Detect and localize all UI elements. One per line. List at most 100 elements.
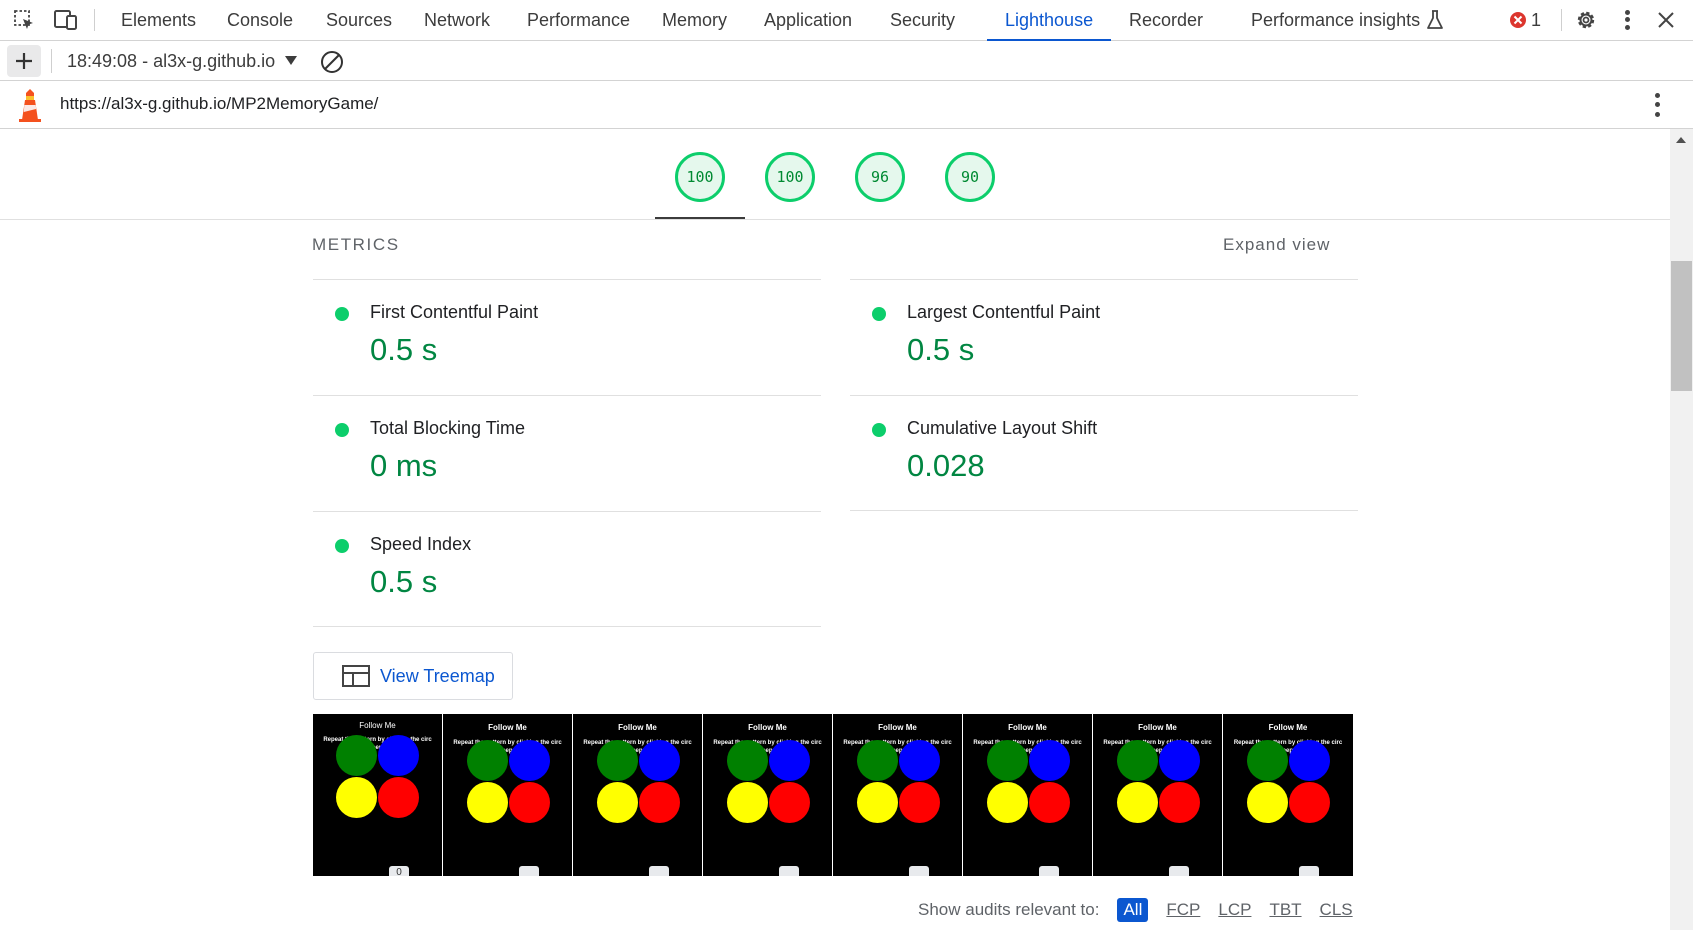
game-circle — [727, 740, 768, 781]
game-circle — [509, 740, 550, 781]
toolbar-divider — [94, 9, 95, 31]
tab-console[interactable]: Console — [227, 0, 293, 41]
flask-icon — [1421, 6, 1449, 34]
filter-all[interactable]: All — [1117, 898, 1149, 922]
metrics-heading: METRICS — [312, 235, 400, 254]
metric-total-blocking-time: Total Blocking Time 0 ms — [313, 395, 821, 511]
metric-first-contentful-paint: First Contentful Paint 0.5 s — [313, 279, 821, 395]
filter-cls[interactable]: CLS — [1320, 900, 1353, 920]
metric-value: 0.5 s — [907, 332, 975, 367]
active-gauge-indicator — [655, 217, 745, 219]
lighthouse-toolbar: 18:49:08 - al3x-g.github.io — [0, 41, 1693, 81]
tab-network[interactable]: Network — [424, 0, 490, 41]
inspect-element-icon[interactable] — [10, 6, 38, 34]
filmstrip-frame: Follow Me Repeat the pattern by clicking … — [1093, 714, 1223, 876]
frame-title: Follow Me — [488, 723, 527, 732]
gauge-score: 100 — [765, 152, 815, 202]
frame-title: Follow Me — [1008, 723, 1047, 732]
gauge-score: 100 — [675, 152, 725, 202]
scrollbar-thumb[interactable] — [1671, 261, 1692, 391]
tab-elements[interactable]: Elements — [121, 0, 196, 41]
frame-subtitle: Repeat the pattern by clicking the circ — [323, 737, 432, 743]
scroll-up-arrow-icon[interactable] — [1676, 137, 1686, 143]
game-circle — [336, 735, 377, 776]
metric-value: 0.5 s — [370, 564, 438, 599]
tab-security[interactable]: Security — [890, 0, 955, 41]
view-treemap-button[interactable]: View Treemap — [313, 652, 513, 700]
filmstrip-frame: Follow Me Repeat the pattern by clicking … — [963, 714, 1093, 876]
metric-divider — [313, 626, 821, 627]
pass-indicator-icon — [335, 539, 349, 553]
devtools-tab-bar: Elements Console Sources Network Perform… — [0, 0, 1693, 42]
filter-fcp[interactable]: FCP — [1166, 900, 1200, 920]
game-circle — [1159, 782, 1200, 823]
error-count[interactable]: 1 — [1531, 0, 1541, 41]
pass-indicator-icon — [335, 423, 349, 437]
frame-title: Follow Me — [359, 721, 396, 730]
tab-recorder[interactable]: Recorder — [1129, 0, 1203, 41]
report-menu-icon[interactable] — [1645, 91, 1669, 119]
vertical-scrollbar[interactable] — [1670, 129, 1693, 930]
game-circle — [597, 782, 638, 823]
more-options-icon[interactable] — [1613, 9, 1641, 31]
game-circle — [727, 782, 768, 823]
game-circle — [639, 740, 680, 781]
filmstrip-frame: Follow Me Repeat the pattern by clicking … — [1223, 714, 1353, 876]
game-circle — [987, 782, 1028, 823]
tab-performance-insights[interactable]: Performance insights — [1251, 0, 1420, 41]
tab-memory[interactable]: Memory — [662, 0, 727, 41]
treemap-icon — [342, 665, 370, 687]
toolbar-divider — [1561, 9, 1562, 31]
device-toolbar-icon[interactable] — [52, 6, 80, 34]
game-circle — [336, 777, 377, 818]
frame-subtitle: to keep up! — [621, 748, 654, 754]
filmstrip: Follow Me Repeat the pattern by clicking … — [313, 714, 1357, 876]
frame-subtitle: Repeat the pattern by clicking the circ — [453, 740, 562, 746]
frame-subtitle: to keep up! — [881, 748, 914, 754]
frame-badge — [1299, 866, 1319, 876]
frame-subtitle: Repeat the pattern by clicking the circ — [1103, 740, 1212, 746]
treemap-label: View Treemap — [380, 666, 495, 686]
gauge-seo[interactable]: 90 — [945, 152, 995, 202]
gauge-best-practices[interactable]: 96 — [855, 152, 905, 202]
gauge-performance[interactable]: 100 — [675, 152, 725, 202]
game-circle — [857, 782, 898, 823]
filmstrip-frame: Follow Me Repeat the pattern by clicking … — [573, 714, 703, 876]
frame-badge — [519, 866, 539, 876]
lighthouse-logo-icon — [19, 89, 41, 122]
metric-label: Total Blocking Time — [370, 418, 526, 438]
pass-indicator-icon — [872, 423, 886, 437]
expand-view-toggle[interactable]: Expand view — [1223, 235, 1330, 255]
close-icon[interactable] — [1652, 6, 1680, 34]
tab-application[interactable]: Application — [764, 0, 852, 41]
game-circle — [1159, 740, 1200, 781]
settings-gear-icon[interactable] — [1572, 6, 1600, 34]
frame-subtitle: to keep up! — [1011, 748, 1044, 754]
chevron-down-icon[interactable] — [285, 56, 297, 65]
tab-sources[interactable]: Sources — [326, 0, 392, 41]
metric-speed-index: Speed Index 0.5 s — [313, 511, 821, 627]
pass-indicator-icon — [872, 307, 886, 321]
frame-badge — [779, 866, 799, 876]
report-url-bar: https://al3x-g.github.io/MP2MemoryGame/ — [0, 81, 1693, 129]
filter-lcp[interactable]: LCP — [1218, 900, 1251, 920]
game-circle — [1247, 740, 1288, 781]
game-circle — [467, 782, 508, 823]
toolbar-divider — [51, 49, 52, 73]
frame-subtitle: to keep up! — [491, 748, 524, 754]
game-circle — [1117, 782, 1158, 823]
report-selector[interactable]: 18:49:08 - al3x-g.github.io — [67, 41, 275, 81]
game-circle — [1029, 782, 1070, 823]
new-report-button[interactable] — [7, 45, 41, 77]
tab-performance[interactable]: Performance — [527, 0, 630, 41]
filter-tbt[interactable]: TBT — [1269, 900, 1301, 920]
game-circle — [899, 782, 940, 823]
gauge-accessibility[interactable]: 100 — [765, 152, 815, 202]
plus-icon — [16, 53, 32, 69]
metric-value: 0.5 s — [370, 332, 438, 367]
metric-label: Largest Contentful Paint — [907, 302, 1101, 322]
audit-filter-label: Show audits relevant to: — [918, 900, 1100, 919]
clear-all-icon[interactable] — [320, 50, 344, 74]
tab-lighthouse[interactable]: Lighthouse — [986, 0, 1112, 42]
error-icon[interactable] — [1504, 6, 1532, 34]
